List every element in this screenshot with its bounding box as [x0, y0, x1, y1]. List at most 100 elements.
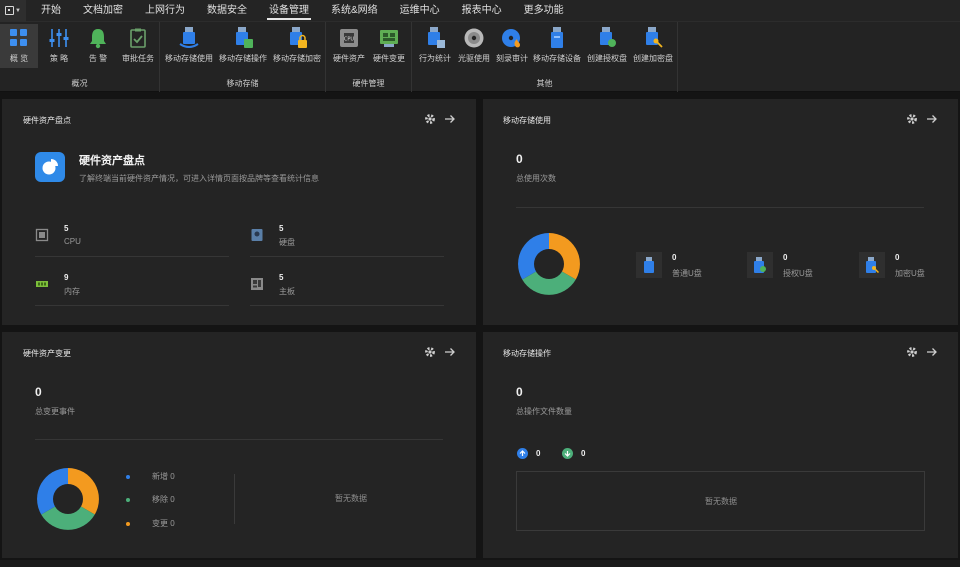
hw-item-harddisk[interactable]: 5 硬盘	[250, 224, 444, 264]
total-label: 总使用次数	[516, 174, 556, 183]
legend-removed: 移除 0	[126, 494, 175, 505]
usb-operation-icon	[232, 26, 254, 50]
legend-label: 变更 0	[152, 519, 175, 528]
usb-operation-label: 移动存储操作	[219, 54, 267, 63]
legend-label: 新增 0	[152, 472, 175, 481]
usb-drive-icon	[546, 26, 568, 50]
tab-device-management[interactable]: 设备管理	[258, 0, 320, 22]
banner-title: 硬件资产盘点	[79, 155, 145, 167]
legend-dot	[126, 497, 130, 502]
usb-stats-icon	[424, 26, 446, 50]
overview-button[interactable]: 概 览	[0, 24, 38, 68]
storage-device-button[interactable]: 移动存储设备	[532, 24, 582, 68]
motherboard-icon	[250, 277, 264, 291]
card-title: 硬件资产变更	[23, 349, 71, 358]
hw-item-motherboard[interactable]: 5 主板	[250, 273, 444, 313]
ribbon-group-overview: 概 览 策 略 告 警 审批任务 概况	[0, 22, 160, 92]
usb-encrypted-icon	[859, 252, 885, 278]
bell-icon	[87, 26, 109, 50]
usb-auth-value: 0	[783, 253, 788, 262]
tab-more-features[interactable]: 更多功能	[513, 0, 575, 22]
arrow-right-icon[interactable]	[443, 345, 456, 358]
app-menu-button[interactable]: ▼	[0, 0, 26, 22]
vertical-divider	[234, 474, 235, 524]
tab-report-center[interactable]: 报表中心	[451, 0, 513, 22]
create-auth-disk-label: 创建授权盘	[587, 54, 627, 63]
empty-state-text: 暂无数据	[335, 494, 367, 503]
hw-label: 主板	[279, 287, 295, 296]
ribbon-group-title: 硬件管理	[352, 79, 385, 88]
hw-value: 5	[279, 273, 284, 282]
tab-system-network[interactable]: 系统&网络	[320, 0, 389, 22]
total-label: 总变更事件	[35, 407, 75, 416]
legend-label: 移除 0	[152, 495, 175, 504]
board-change-icon	[378, 26, 400, 50]
download-arrow-icon	[562, 448, 573, 459]
usb-auth-icon	[596, 26, 618, 50]
arrow-right-icon[interactable]	[925, 112, 938, 125]
usb-lock-icon	[286, 26, 308, 50]
tab-web-behavior[interactable]: 上网行为	[134, 0, 196, 22]
gear-icon[interactable]	[423, 112, 436, 125]
card-tools	[905, 345, 938, 358]
overview-label: 概 览	[9, 54, 29, 63]
hardware-asset-label: 硬件资产	[333, 54, 365, 63]
hardware-inventory-card: 硬件资产盘点 硬件资产盘点 了解终端当前硬件资产情况，可进入详情页面按品牌等查看…	[2, 99, 476, 325]
usb-auth-label: 授权U盘	[783, 269, 813, 278]
usb-auth-icon	[747, 252, 773, 278]
burn-audit-button[interactable]: 刻录审计	[494, 24, 530, 68]
hw-value: 5	[64, 224, 69, 233]
gear-icon[interactable]	[905, 345, 918, 358]
usb-usage-button[interactable]: 移动存储使用	[164, 24, 214, 68]
total-count: 0	[516, 152, 523, 166]
alert-label: 告 警	[88, 54, 108, 63]
hw-label: 硬盘	[279, 238, 295, 247]
tab-ops-center[interactable]: 运维中心	[389, 0, 451, 22]
tab-doc-encryption[interactable]: 文档加密	[72, 0, 134, 22]
optical-drive-label: 光驱使用	[458, 54, 490, 63]
card-title: 移动存储操作	[503, 349, 551, 358]
behavior-stats-button[interactable]: 行为统计	[416, 24, 454, 68]
upload-arrow-icon	[517, 448, 528, 459]
create-encrypted-disk-label: 创建加密盘	[633, 54, 673, 63]
usb-encryption-label: 移动存储加密	[273, 54, 321, 63]
policy-button[interactable]: 策 略	[42, 24, 76, 68]
legend-added: 新增 0	[126, 471, 175, 482]
memory-icon	[35, 277, 49, 291]
hardware-change-label: 硬件变更	[373, 54, 405, 63]
alert-button[interactable]: 告 警	[80, 24, 116, 68]
optical-drive-button[interactable]: 光驱使用	[456, 24, 492, 68]
ribbon: 概 览 策 略 告 警 审批任务 概况 移动存储使用 移动存储操作 移动存储加密…	[0, 22, 960, 92]
gear-icon[interactable]	[905, 112, 918, 125]
usb-usage-icon	[178, 26, 200, 50]
gear-icon[interactable]	[423, 345, 436, 358]
create-auth-disk-button[interactable]: 创建授权盘	[585, 24, 629, 68]
empty-chart-box: 暂无数据	[516, 471, 925, 531]
hardware-change-card: 硬件资产变更 0 总变更事件 新增 0 移除 0 变更 0 暂无数据	[2, 332, 476, 558]
usb-encrypted-value: 0	[895, 253, 900, 262]
arrow-right-icon[interactable]	[443, 112, 456, 125]
approval-task-button[interactable]: 审批任务	[118, 24, 158, 68]
usb-operation-button[interactable]: 移动存储操作	[217, 24, 269, 68]
usb-usage-donut	[518, 233, 580, 295]
hardware-change-donut	[37, 468, 99, 530]
arrow-right-icon[interactable]	[925, 345, 938, 358]
hw-value: 5	[279, 224, 284, 233]
storage-device-label: 移动存储设备	[533, 54, 581, 63]
hw-item-cpu[interactable]: 5 CPU	[35, 224, 229, 264]
usb-encryption-button[interactable]: 移动存储加密	[271, 24, 323, 68]
hw-item-memory[interactable]: 9 内存	[35, 273, 229, 313]
hardware-asset-button[interactable]: CPU 硬件资产	[330, 24, 368, 68]
behavior-stats-label: 行为统计	[419, 54, 451, 63]
download-count: 0	[581, 449, 586, 458]
tab-data-security[interactable]: 数据安全	[196, 0, 258, 22]
divider	[250, 305, 444, 306]
app-menu-icon	[5, 6, 15, 15]
tab-start[interactable]: 开始	[30, 0, 72, 22]
create-encrypted-disk-button[interactable]: 创建加密盘	[631, 24, 675, 68]
hardware-change-button[interactable]: 硬件变更	[370, 24, 408, 68]
app-window: ▼ 开始 文档加密 上网行为 数据安全 设备管理 系统&网络 运维中心 报表中心…	[0, 0, 960, 567]
cpu-chip-icon: CPU	[338, 26, 360, 50]
policy-label: 策 略	[49, 54, 69, 63]
divider	[250, 256, 444, 257]
